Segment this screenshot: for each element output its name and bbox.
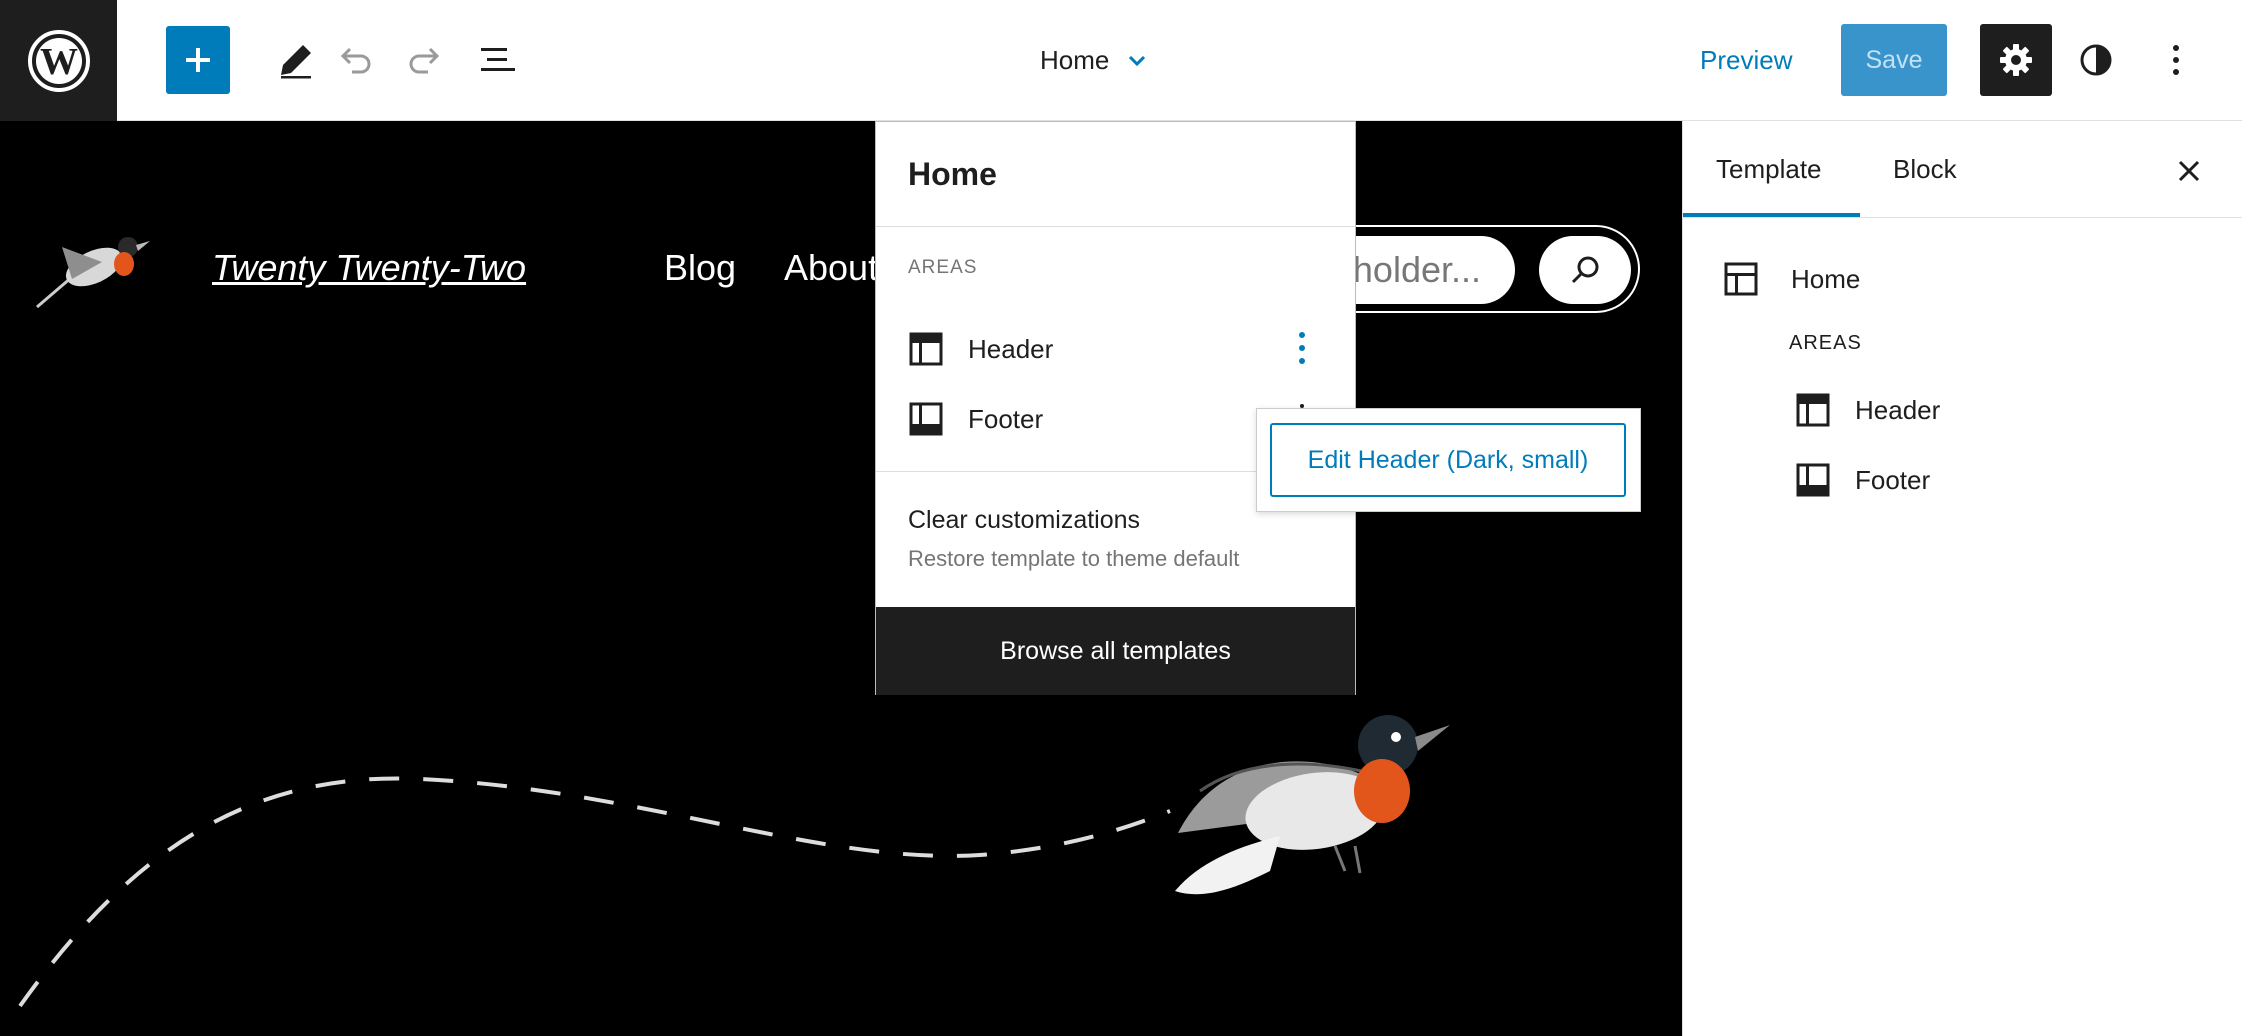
list-view-button[interactable] (468, 30, 528, 90)
preview-button[interactable]: Preview (1700, 30, 1792, 90)
redo-button[interactable] (396, 30, 456, 90)
template-title: Home (1040, 44, 1110, 75)
options-menu-button[interactable] (2146, 30, 2206, 90)
contrast-icon (2080, 44, 2112, 76)
tab-block[interactable]: Block (1893, 121, 1957, 217)
more-vertical-icon (1299, 332, 1305, 364)
plus-icon (186, 48, 210, 72)
clear-customizations-button[interactable]: Clear customizations (908, 506, 1140, 535)
close-sidebar-button[interactable] (2171, 153, 2207, 189)
gear-icon (2000, 44, 2032, 76)
footer-icon (1796, 463, 1830, 497)
add-block-button[interactable] (166, 26, 230, 94)
layout-icon (1724, 262, 1758, 296)
areas-heading: AREAS (908, 257, 978, 278)
save-button[interactable]: Save (1841, 24, 1947, 96)
editor-canvas[interactable]: Twenty Twenty-Two Blog About holder... (0, 121, 1682, 1036)
styles-button[interactable] (2066, 30, 2126, 90)
header-icon (909, 332, 943, 366)
chevron-down-icon (1129, 55, 1146, 67)
area-item-footer[interactable]: Footer (908, 394, 1043, 444)
sidebar-template-name: Home (1723, 254, 1860, 304)
undo-button[interactable] (324, 30, 384, 90)
divider (876, 226, 1355, 227)
close-icon (2178, 160, 2200, 182)
area-label-footer: Footer (968, 403, 1044, 434)
footer-icon (909, 402, 943, 436)
tab-template[interactable]: Template (1716, 121, 1822, 217)
redo-icon (409, 47, 440, 74)
divider (1683, 217, 2242, 218)
sidebar-area-footer[interactable]: Footer (1795, 455, 1930, 505)
sidebar-template-title: Home (1791, 263, 1861, 294)
settings-sidebar: Template Block Home AREAS Header Footer (1682, 121, 2242, 1036)
area-item-header[interactable]: Header (908, 324, 1053, 374)
sidebar-area-header[interactable]: Header (1795, 385, 1940, 435)
editor-toolbar: W Home Preview Save (0, 0, 2242, 121)
clear-customizations-description: Restore template to theme default (908, 546, 1240, 571)
edit-header-button[interactable]: Edit Header (Dark, small) (1270, 423, 1626, 497)
area-label-header: Header (968, 333, 1054, 364)
more-vertical-icon (2173, 45, 2179, 75)
template-title-dropdown[interactable]: Home (1040, 30, 1149, 90)
pencil-icon (281, 45, 311, 79)
dropdown-template-title: Home (908, 156, 997, 192)
wordpress-logo-icon[interactable]: W (0, 0, 117, 121)
bird-illustration-icon (1175, 715, 1450, 895)
header-area-options-button[interactable] (1290, 328, 1314, 368)
header-icon (1796, 393, 1830, 427)
area-options-popover: Edit Header (Dark, small) (1256, 408, 1641, 512)
browse-all-templates-button[interactable]: Browse all templates (876, 607, 1355, 695)
settings-button[interactable] (1980, 24, 2052, 96)
list-view-icon (481, 48, 515, 71)
undo-icon (340, 47, 371, 74)
sidebar-areas-heading: AREAS (1789, 332, 1862, 354)
sidebar-area-label-header: Header (1855, 394, 1941, 425)
svg-text:W: W (40, 41, 78, 83)
sidebar-area-label-footer: Footer (1855, 464, 1931, 495)
edit-tool-button[interactable] (266, 30, 326, 90)
